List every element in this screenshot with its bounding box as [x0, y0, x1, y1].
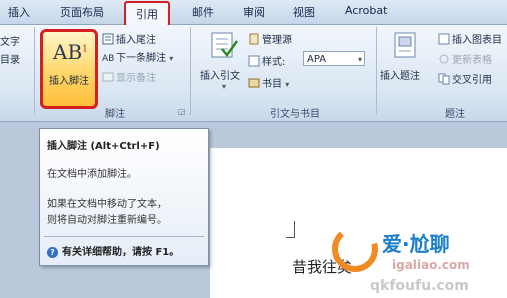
insert-citation-button[interactable]: 插入引文	[200, 67, 240, 82]
tab-acrobat[interactable]: Acrobat	[345, 4, 387, 17]
tooltip-divider	[44, 236, 204, 237]
cross-reference-icon	[438, 73, 450, 85]
tooltip-help: ? 有关详细帮助，请按 F1。	[47, 243, 179, 258]
chevron-down-icon: ▾	[357, 55, 362, 64]
help-icon: ?	[47, 247, 58, 258]
watermark-swirl-icon	[332, 226, 378, 272]
ribbon-panel: 文字 目录 AB1 插入脚注 插入尾注 AB 下一条脚注 ▾ 显示备注 脚注 ◲ …	[0, 25, 507, 122]
manage-sources-icon	[249, 33, 259, 45]
style-select[interactable]: APA ▾	[303, 51, 365, 66]
update-table-button: 更新表格	[438, 51, 492, 66]
ribbon-tab-bar: 插入 页面布局 引用 邮件 审阅 视图 Acrobat	[0, 0, 507, 27]
chevron-down-icon[interactable]: ▾	[285, 80, 289, 89]
citation-group-label: 引文与书目	[270, 109, 320, 120]
manage-sources-button[interactable]: 管理源	[248, 31, 292, 46]
insert-caption-icon	[394, 32, 416, 58]
tab-page-layout[interactable]: 页面布局	[60, 4, 104, 20]
watermark-site-2: qkfoufu.com	[370, 278, 469, 294]
chevron-down-icon[interactable]: ▾	[169, 54, 173, 63]
tooltip-line: 在文档中添加脚注。	[47, 169, 137, 180]
dialog-launcher-icon[interactable]: ◲	[178, 107, 186, 116]
tooltip-line: 则将自动对脚注重新编号。	[47, 215, 167, 226]
toc-text-button[interactable]: 文字	[0, 33, 20, 48]
tab-insert[interactable]: 插入	[8, 4, 30, 20]
bibliography-icon	[248, 78, 260, 88]
insert-footnote-button[interactable]: AB1 插入脚注	[40, 29, 98, 109]
show-notes-icon	[102, 72, 114, 82]
next-footnote-icon: AB	[102, 54, 114, 63]
margin-corner-mark	[286, 221, 295, 238]
tab-mailings[interactable]: 邮件	[192, 4, 214, 20]
cross-reference-button[interactable]: 交叉引用	[438, 71, 492, 86]
group-separator	[190, 27, 191, 115]
footnote-group-label: 脚注	[105, 109, 125, 120]
tab-view[interactable]: 视图	[293, 4, 315, 20]
update-table-icon	[439, 54, 449, 64]
watermark-brand: 爱·尬聊	[382, 232, 450, 256]
footnote-tooltip: 插入脚注 (Alt+Ctrl+F) 在文档中添加脚注。 如果在文档中移动了文本，…	[39, 128, 209, 266]
tooltip-line: 如果在文档中移动了文本，	[47, 199, 167, 210]
group-separator	[376, 27, 377, 115]
watermark-site: igaliao.com	[392, 258, 470, 272]
tab-references[interactable]: 引用	[124, 1, 170, 27]
tooltip-title: 插入脚注 (Alt+Ctrl+F)	[47, 141, 160, 152]
show-notes-button: 显示备注	[102, 69, 156, 84]
insert-endnote-button[interactable]: 插入尾注	[102, 31, 156, 46]
watermark-logo: 爱·尬聊 igaliao.com qkfoufu.com	[330, 210, 507, 298]
tab-review[interactable]: 审阅	[243, 4, 265, 20]
chevron-down-icon[interactable]: ▾	[222, 82, 226, 91]
group-separator	[34, 27, 35, 115]
caption-group-label: 题注	[445, 109, 465, 120]
insert-citation-icon	[211, 32, 238, 58]
style-icon	[248, 55, 260, 67]
svg-text:AB: AB	[102, 54, 114, 63]
bibliography-button[interactable]: 书目 ▾	[248, 75, 289, 90]
style-label: 样式:	[248, 53, 285, 68]
next-footnote-button[interactable]: AB 下一条脚注 ▾	[102, 49, 173, 64]
insert-footnote-label: 插入脚注	[49, 76, 89, 87]
toc-button[interactable]: 目录	[0, 51, 20, 66]
table-of-figures-icon	[438, 33, 450, 45]
endnote-icon	[102, 33, 114, 45]
footnote-icon: AB1	[53, 40, 88, 64]
insert-caption-button[interactable]: 插入题注	[380, 67, 420, 82]
insert-table-of-figures-button[interactable]: 插入图表目	[438, 31, 502, 46]
